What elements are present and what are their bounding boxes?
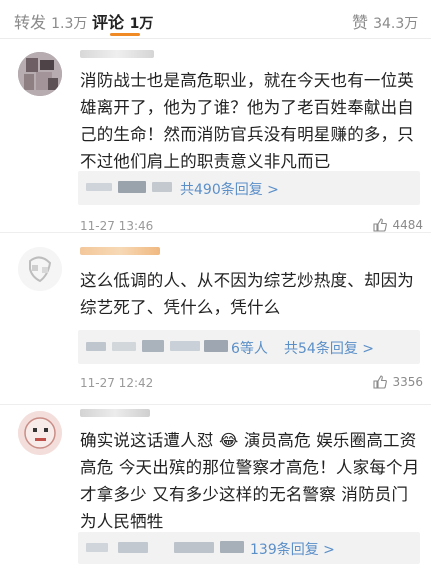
reply-count-link[interactable]: 139条回复 >	[250, 539, 335, 559]
tab-repost-count: 1.3万	[51, 16, 88, 32]
comment-item: 确实说这话遭人怼 😂 演员高危 娱乐圈高工资高危 今天出殡的那位警察才高危！人家…	[0, 405, 431, 564]
reply-preview[interactable]: 6等人 共54条回复 >	[78, 330, 420, 364]
reply-preview[interactable]: 139条回复 >	[78, 532, 420, 564]
tab-comment-label: 评论	[92, 13, 125, 32]
active-tab-indicator	[110, 33, 140, 36]
like-button[interactable]: 3356	[373, 375, 423, 389]
tab-like-label: 赞	[352, 13, 369, 32]
avatar-mosaic	[18, 411, 62, 455]
thumb-up-icon	[373, 375, 388, 389]
reply-people[interactable]: 6等人	[231, 338, 268, 358]
avatar[interactable]	[18, 52, 62, 96]
avatar-mosaic	[18, 247, 62, 291]
reply-count-link[interactable]: 共490条回复 >	[180, 179, 279, 199]
comment-time: 11-27 13:46	[80, 219, 154, 233]
comment-text: 消防战士也是高危职业，就在今天也有一位英雄离开了，他为了谁？他为了老百姓奉献出自…	[80, 71, 414, 171]
reply-preview[interactable]: 共490条回复 >	[78, 171, 420, 205]
tab-repost[interactable]: 转发 1.3万	[14, 9, 87, 33]
username-blurred[interactable]	[80, 409, 150, 417]
username-blurred[interactable]	[80, 247, 160, 255]
like-button[interactable]: 4484	[373, 218, 423, 232]
reply-count-link[interactable]: 共54条回复 >	[284, 338, 374, 358]
username-blurred[interactable]	[80, 50, 154, 58]
tab-like[interactable]: 赞 34.3万	[352, 9, 418, 33]
like-count: 3356	[392, 375, 423, 389]
thumb-up-icon	[373, 218, 388, 232]
tab-repost-label: 转发	[14, 13, 47, 32]
tab-bar: 转发 1.3万 评论 1万 赞 34.3万	[0, 0, 431, 39]
avatar-mosaic	[18, 52, 62, 96]
comment-item: 消防战士也是高危职业，就在今天也有一位英雄离开了，他为了谁？他为了老百姓奉献出自…	[0, 38, 431, 233]
avatar[interactable]	[18, 411, 62, 455]
avatar[interactable]	[18, 247, 62, 291]
tab-like-count: 34.3万	[373, 16, 419, 32]
like-count: 4484	[392, 218, 423, 232]
tab-comment-count: 1万	[129, 16, 154, 32]
comment-text: 这么低调的人、从不因为综艺炒热度、却因为综艺死了、凭什么，凭什么	[80, 271, 414, 317]
comment-text: 确实说这话遭人怼 😂 演员高危 娱乐圈高工资高危 今天出殡的那位警察才高危！人家…	[80, 431, 420, 531]
comment-time: 11-27 12:42	[80, 376, 154, 390]
comment-item: 这么低调的人、从不因为综艺炒热度、却因为综艺死了、凭什么，凭什么 6等人 共54…	[0, 233, 431, 405]
tab-comment[interactable]: 评论 1万	[92, 9, 153, 33]
